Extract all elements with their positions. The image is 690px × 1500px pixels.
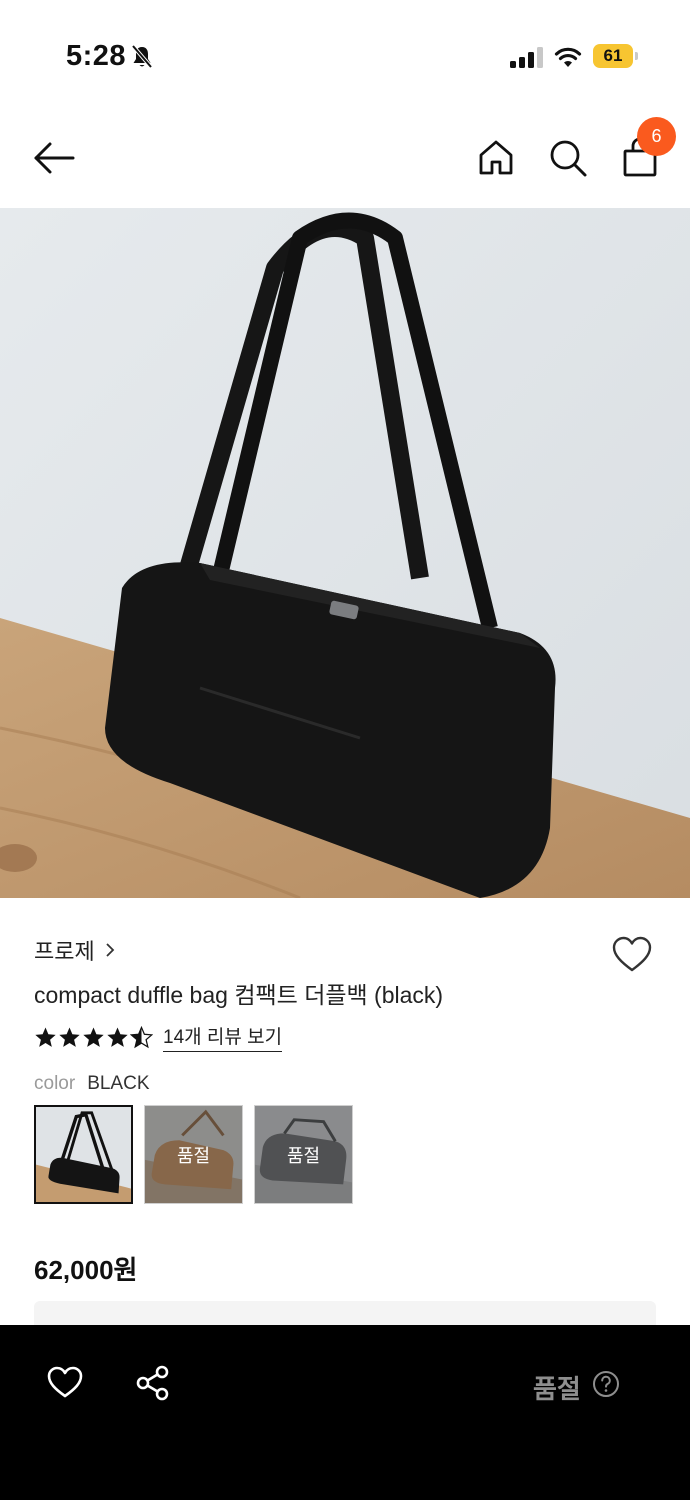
cart-count-badge[interactable]: 6 [637, 117, 676, 156]
search-icon[interactable] [548, 138, 588, 178]
home-icon[interactable] [476, 138, 516, 178]
color-swatches: 품절 품절 [34, 1105, 353, 1204]
swatch-gray[interactable]: 품절 [254, 1105, 353, 1204]
status-time: 5:28 [66, 40, 127, 72]
battery-indicator: 61 [593, 44, 639, 68]
color-value: BLACK [87, 1073, 150, 1094]
star-half-icon [130, 1025, 153, 1048]
brand-link[interactable]: 프로제 [34, 934, 115, 966]
swatch-gray-soldout-overlay: 품절 [255, 1106, 352, 1203]
brand-name: 프로제 [34, 939, 95, 964]
swatch-black[interactable] [34, 1105, 133, 1204]
product-main-image[interactable] [0, 208, 690, 898]
rating-row: 14개 리뷰 보기 [34, 1022, 283, 1052]
help-circle-icon[interactable] [592, 1370, 620, 1398]
battery-level: 61 [593, 44, 633, 68]
battery-tip [635, 52, 638, 60]
status-bar: 5:28 61 [0, 0, 690, 110]
wishlist-heart-icon[interactable] [611, 935, 653, 973]
wifi-icon [554, 47, 582, 67]
back-arrow-icon[interactable] [32, 138, 76, 178]
share-icon[interactable] [135, 1365, 171, 1401]
soldout-label: 품절 [533, 1374, 581, 1404]
bottom-action-bar: 품절 [0, 1325, 690, 1500]
swatch-black-thumbnail [36, 1107, 131, 1202]
product-price: 62,000원 [34, 1255, 138, 1285]
app-header: 6 [0, 110, 690, 208]
swatch-brown-soldout-overlay: 품절 [145, 1106, 242, 1203]
star-full-icon [83, 1026, 104, 1047]
color-row: color BLACK [34, 1073, 150, 1095]
rating-stars [34, 1025, 153, 1049]
swatch-brown[interactable]: 품절 [144, 1105, 243, 1204]
heart-icon[interactable] [46, 1365, 84, 1399]
chevron-right-icon [106, 943, 115, 957]
star-full-icon [59, 1026, 80, 1047]
signal-icon [510, 47, 543, 68]
reviews-link[interactable]: 14개 리뷰 보기 [163, 1022, 283, 1052]
star-full-icon [107, 1026, 128, 1047]
star-full-icon [35, 1026, 56, 1047]
bell-slash-icon [131, 44, 153, 69]
color-label: color [34, 1073, 76, 1094]
product-title: compact duffle bag 컴팩트 더플백 (black) [34, 982, 444, 1008]
